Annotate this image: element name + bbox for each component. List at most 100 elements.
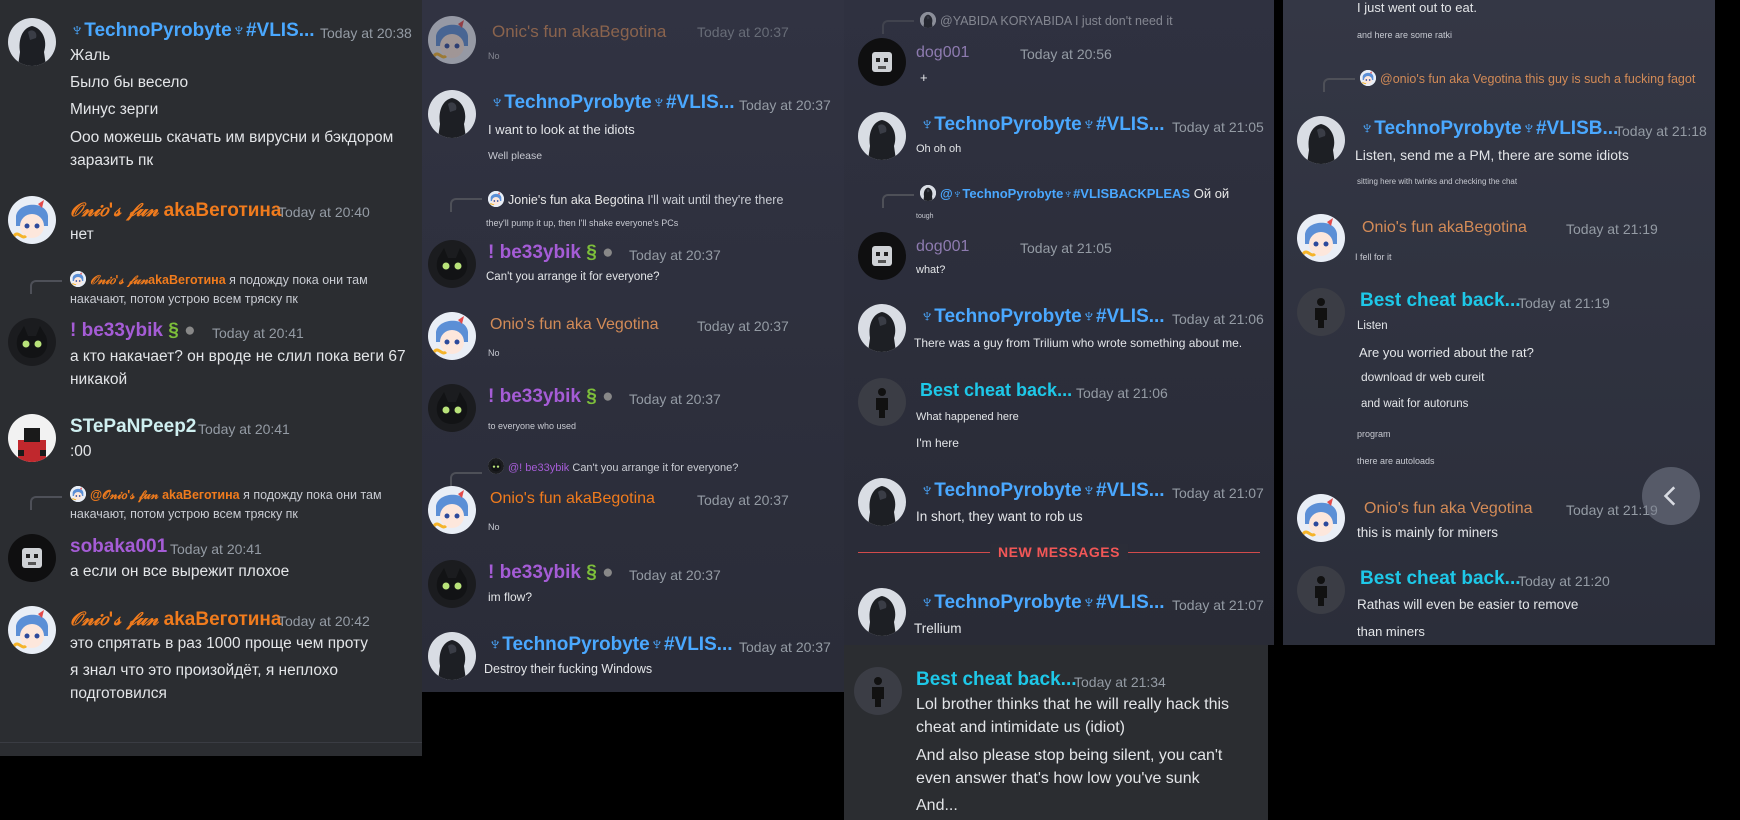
snake-icon: § [168,320,179,341]
timestamp: Today at 20:37 [739,97,831,113]
username[interactable]: ♆TechnoPyrobyte♆#VLIS... [70,20,315,42]
user-avatar[interactable] [428,240,476,288]
username[interactable]: ♆TechnoPyrobyte♆#VLIS... [920,114,1165,136]
username[interactable]: ! be33ybik § ● [488,242,614,264]
reply-preview[interactable]: 𝒪𝓃𝒾𝑜'𝓈 𝒻𝓊𝓃akaВеготина я подожду пока они… [70,270,415,309]
message-text: Trellium [914,621,962,636]
username[interactable]: dog001 [916,238,969,256]
message-text: Rathas will even be easier to remove [1357,597,1579,612]
user-avatar[interactable] [8,196,56,244]
message-text: download dr web cureit [1361,370,1485,384]
user-avatar[interactable] [858,112,906,160]
chat-panel-4: Best cheat back... Today at 21:34 Lol br… [844,645,1268,820]
message-text: Well please [488,150,543,162]
username[interactable]: 𝒪𝓃𝒾𝑜'𝓈 𝒻𝓊𝓃 akaВеготина [70,199,281,222]
reply-preview[interactable]: @onio's fun aka Vegotina this guy is suc… [1360,70,1695,86]
back-arrow-button[interactable] [1642,467,1700,525]
message-text: In short, they want to rob us [916,509,1083,524]
username[interactable]: 𝒪𝓃𝒾𝑜'𝓈 𝒻𝓊𝓃 akaВеготина [70,608,281,631]
user-avatar[interactable] [428,632,476,680]
user-avatar[interactable] [8,606,56,654]
username[interactable]: ♆TechnoPyrobyte♆#VLIS... [920,306,1165,328]
user-avatar[interactable] [8,414,56,462]
reply-avatar [488,458,504,474]
reply-preview[interactable]: @𝒪𝓃𝒾𝑜'𝓈 𝒻𝓊𝓃 akaВеготина я подожду пока о… [70,486,415,524]
timestamp: Today at 20:38 [320,25,412,41]
user-avatar[interactable] [8,18,56,66]
username[interactable]: STePaNPeep2 [70,416,196,438]
username[interactable]: ! be33ybik § ● [488,562,614,584]
user-avatar[interactable] [858,478,906,526]
username[interactable]: sobaka001 [70,536,167,558]
chat-panel-2: Onic's fun akaBegotina Today at 20:37 No… [422,0,844,692]
message-text: Listen, send me a PM, there are some idi… [1355,147,1629,163]
composer-divider [0,742,422,743]
user-avatar[interactable] [8,534,56,582]
username[interactable]: ♆TechnoPyrobyte♆#VLIS... [920,592,1165,614]
chat-panel-3: @YABIDA KORYABIDA I just don't need it d… [844,0,1274,645]
username[interactable]: Onic's fun akaBegotina [492,22,666,42]
user-avatar[interactable] [1297,214,1345,262]
username[interactable]: ! be33ybik § ● [70,320,196,342]
user-avatar[interactable] [428,486,476,534]
username[interactable]: Best cheat back... [920,380,1072,401]
reply-preview[interactable]: Jonie's fun aka Begotina I'll wait until… [488,191,783,207]
moon-icon: ● [184,320,196,341]
timestamp: Today at 20:37 [739,639,831,655]
timestamp: Today at 21:05 [1020,240,1112,256]
username[interactable]: ! be33ybik § ● [488,386,614,408]
user-avatar[interactable] [1297,116,1345,164]
username[interactable]: Best cheat back... [916,669,1077,691]
snake-icon: § [586,562,597,583]
user-avatar[interactable] [1297,494,1345,542]
reply-preview[interactable]: @! be33ybik Can't you arrange it for eve… [488,458,738,474]
user-avatar[interactable] [1297,566,1345,614]
user-avatar[interactable] [428,16,476,64]
username[interactable]: Best cheat back... [1360,568,1521,590]
username[interactable]: ♆TechnoPyrobyte♆#VLISB... [1360,118,1618,140]
user-avatar[interactable] [858,378,906,426]
username[interactable]: dog001 [916,44,969,62]
username[interactable]: Onio's fun aka Vegotina [490,316,659,334]
reply-avatar [70,271,86,287]
message-text: and here are some ratki [1357,30,1453,40]
user-avatar[interactable] [428,312,476,360]
user-avatar[interactable] [1297,288,1345,336]
message-text: program [1357,429,1391,439]
timestamp: Today at 20:41 [198,421,290,437]
username[interactable]: Onio's fun aka Vegotina [1364,500,1533,518]
username[interactable]: ♆TechnoPyrobyte♆#VLIS... [920,480,1165,502]
reply-connector [450,198,482,212]
new-messages-divider: NEW MESSAGES [858,544,1260,565]
user-avatar[interactable] [428,560,476,608]
message-text: I'm here [916,436,959,450]
message-text: а если он все вырежит плохое [70,563,290,580]
reply-preview[interactable]: @♆TechnoPyrobyte♆#VLISBACKPLEAS Ой ой [920,185,1229,201]
user-avatar[interactable] [428,90,476,138]
timestamp: Today at 21:06 [1172,311,1264,327]
message-text: Listen [1357,320,1388,332]
user-avatar[interactable] [858,232,906,280]
user-avatar[interactable] [8,318,56,366]
user-avatar[interactable] [858,588,906,636]
message-text: Destroy their fucking Windows [484,662,653,676]
reply-preview[interactable]: @YABIDA KORYABIDA I just don't need it [920,12,1173,28]
user-avatar[interactable] [858,304,906,352]
timestamp: Today at 21:20 [1518,573,1610,589]
user-avatar[interactable] [854,667,902,715]
timestamp: Today at 20:41 [170,541,262,557]
username[interactable]: ♆TechnoPyrobyte♆#VLIS... [490,92,735,114]
message-text: + [920,70,928,85]
user-avatar[interactable] [428,384,476,432]
timestamp: Today at 20:37 [629,567,721,583]
timestamp: Today at 20:42 [278,613,370,629]
message-text: to everyone who used [488,421,577,431]
username[interactable]: Onio's fun akaBegotina [490,490,655,508]
username[interactable]: Best cheat back... [1360,290,1521,312]
timestamp: Today at 21:05 [1172,119,1264,135]
username[interactable]: ♆TechnoPyrobyte♆#VLIS... [488,634,733,656]
message-text: Было бы весело [70,74,189,91]
user-avatar[interactable] [858,38,906,86]
message-text: sitting here with twinks and checking th… [1357,177,1518,186]
username[interactable]: Onio's fun akaBegotina [1362,219,1527,237]
